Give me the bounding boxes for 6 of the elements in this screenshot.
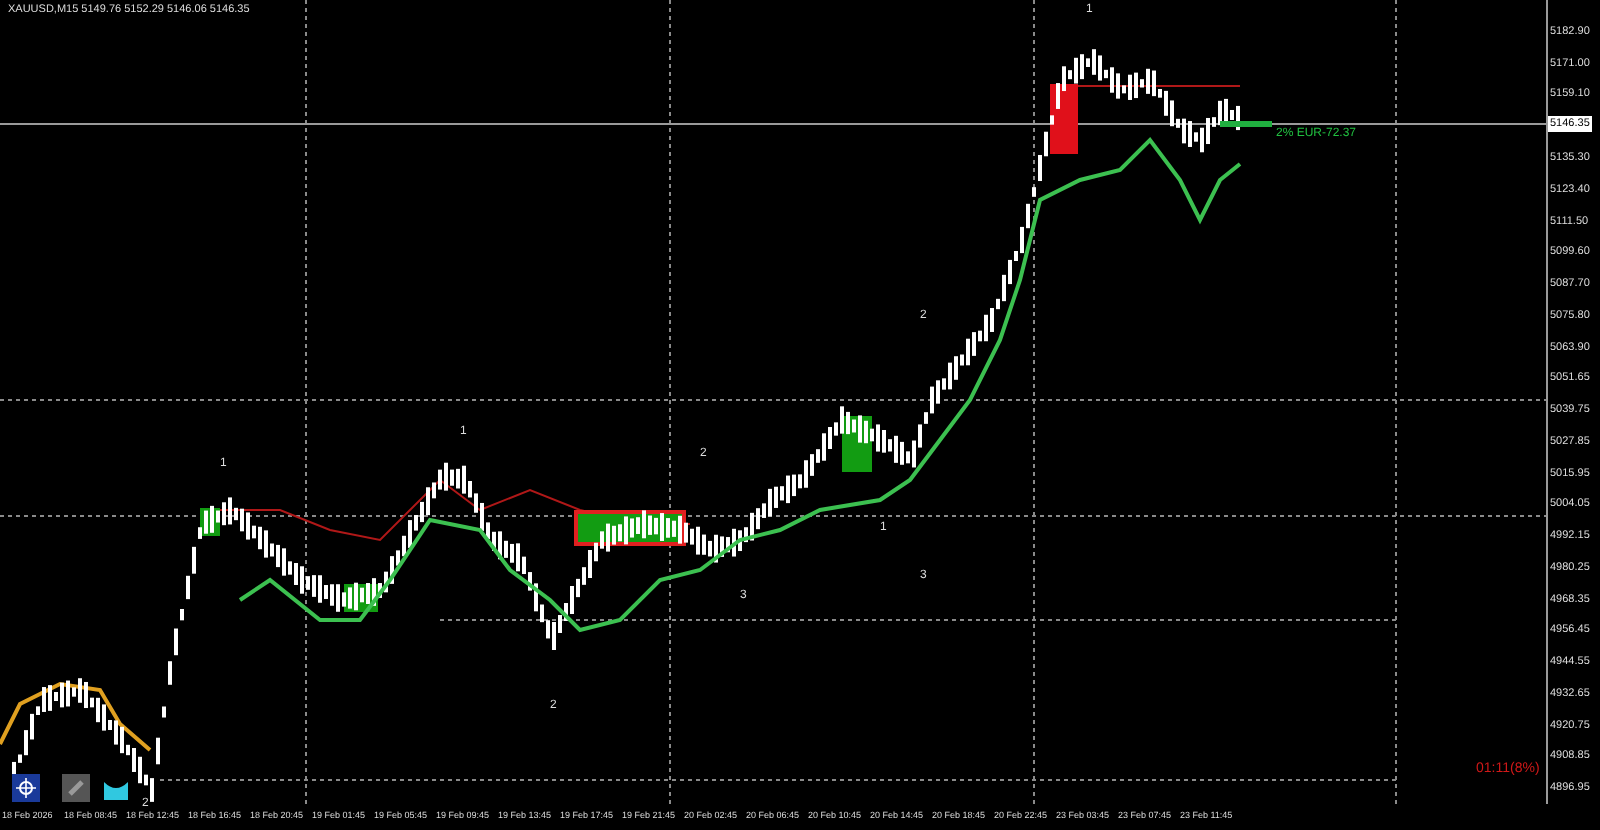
link-button[interactable] [62,774,90,802]
stop-line [1220,121,1272,127]
crosshair-icon [16,778,36,798]
shape-icon [104,776,128,800]
crosshair-button[interactable] [12,774,40,802]
zone-marker [1050,84,1078,154]
